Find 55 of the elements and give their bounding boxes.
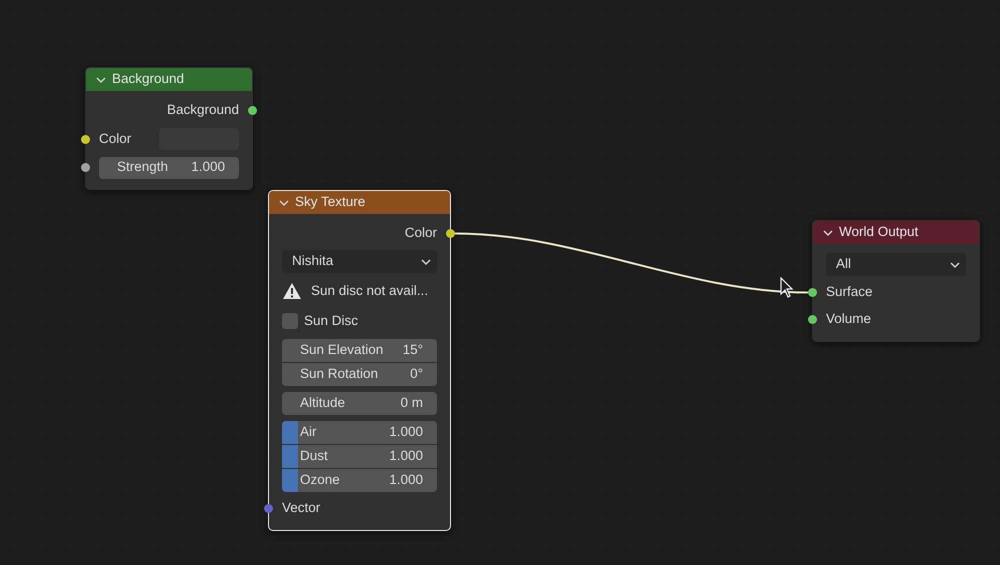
field-value: 0° — [410, 365, 423, 384]
slider-field[interactable]: Dust 1.000 — [282, 445, 437, 468]
node-title: Background — [112, 70, 184, 88]
socket-dot[interactable] — [81, 134, 90, 144]
socket-label: Background — [166, 101, 239, 120]
value-field[interactable]: Strength 1.000 — [99, 156, 239, 178]
collapse-icon[interactable] — [279, 198, 289, 206]
slider-field[interactable]: Air 1.000 — [282, 421, 437, 444]
socket-label: Surface — [826, 283, 873, 302]
field-value: 1.000 — [389, 423, 423, 442]
field-value: 0 m — [400, 394, 423, 412]
slider-field[interactable]: Ozone 1.000 — [282, 469, 437, 492]
dropdown[interactable]: Nishita — [282, 250, 437, 273]
node-title: Sky Texture — [295, 193, 366, 212]
node-header[interactable]: World Output — [813, 221, 979, 244]
warning-text: Sun disc not avail... — [311, 282, 428, 300]
field-label: Sun Elevation — [300, 341, 384, 360]
dropdown-value: All — [836, 255, 852, 274]
field-value: 15° — [402, 341, 423, 360]
field-label: Sun Rotation — [300, 365, 378, 384]
node-title: World Output — [839, 223, 918, 242]
chevron-down-icon — [421, 258, 431, 266]
value-field[interactable]: Sun Rotation 0° — [282, 363, 437, 386]
cursor-icon — [780, 277, 794, 298]
socket-label: Color — [99, 130, 132, 148]
dropdown-value: Nishita — [292, 252, 334, 270]
socket-dot[interactable] — [446, 229, 455, 238]
node-header[interactable]: Background — [86, 68, 252, 91]
socket-label: Color — [404, 224, 437, 242]
field-value: 1.000 — [389, 471, 423, 490]
field-value: 1.000 — [389, 447, 423, 466]
value-field[interactable]: Altitude 0 m — [282, 392, 437, 415]
field-label: Air — [300, 423, 316, 442]
field-value: 1.000 — [191, 158, 225, 176]
dropdown[interactable]: All — [826, 253, 966, 276]
chevron-down-icon — [950, 260, 960, 268]
socket-dot[interactable] — [248, 106, 257, 115]
collapse-icon[interactable] — [96, 76, 106, 84]
value-field[interactable]: Sun Elevation 15° — [282, 339, 437, 362]
socket-dot[interactable] — [808, 315, 817, 324]
node-link[interactable] — [454, 232, 808, 294]
field-label: Ozone — [300, 471, 340, 490]
socket-dot[interactable] — [81, 163, 90, 172]
socket-dot[interactable] — [808, 288, 817, 297]
collapse-icon[interactable] — [823, 228, 833, 236]
checkbox-label: Sun Disc — [304, 312, 358, 330]
socket-label: Vector — [282, 499, 320, 518]
socket-label: Volume — [826, 310, 872, 328]
socket-dot[interactable] — [264, 504, 273, 513]
field-label: Dust — [300, 447, 328, 466]
checkbox[interactable] — [282, 313, 298, 329]
node-header[interactable]: Sky Texture — [269, 191, 450, 214]
field-label: Strength — [117, 158, 168, 176]
field-label: Altitude — [300, 394, 346, 412]
warning-icon — [282, 282, 302, 300]
